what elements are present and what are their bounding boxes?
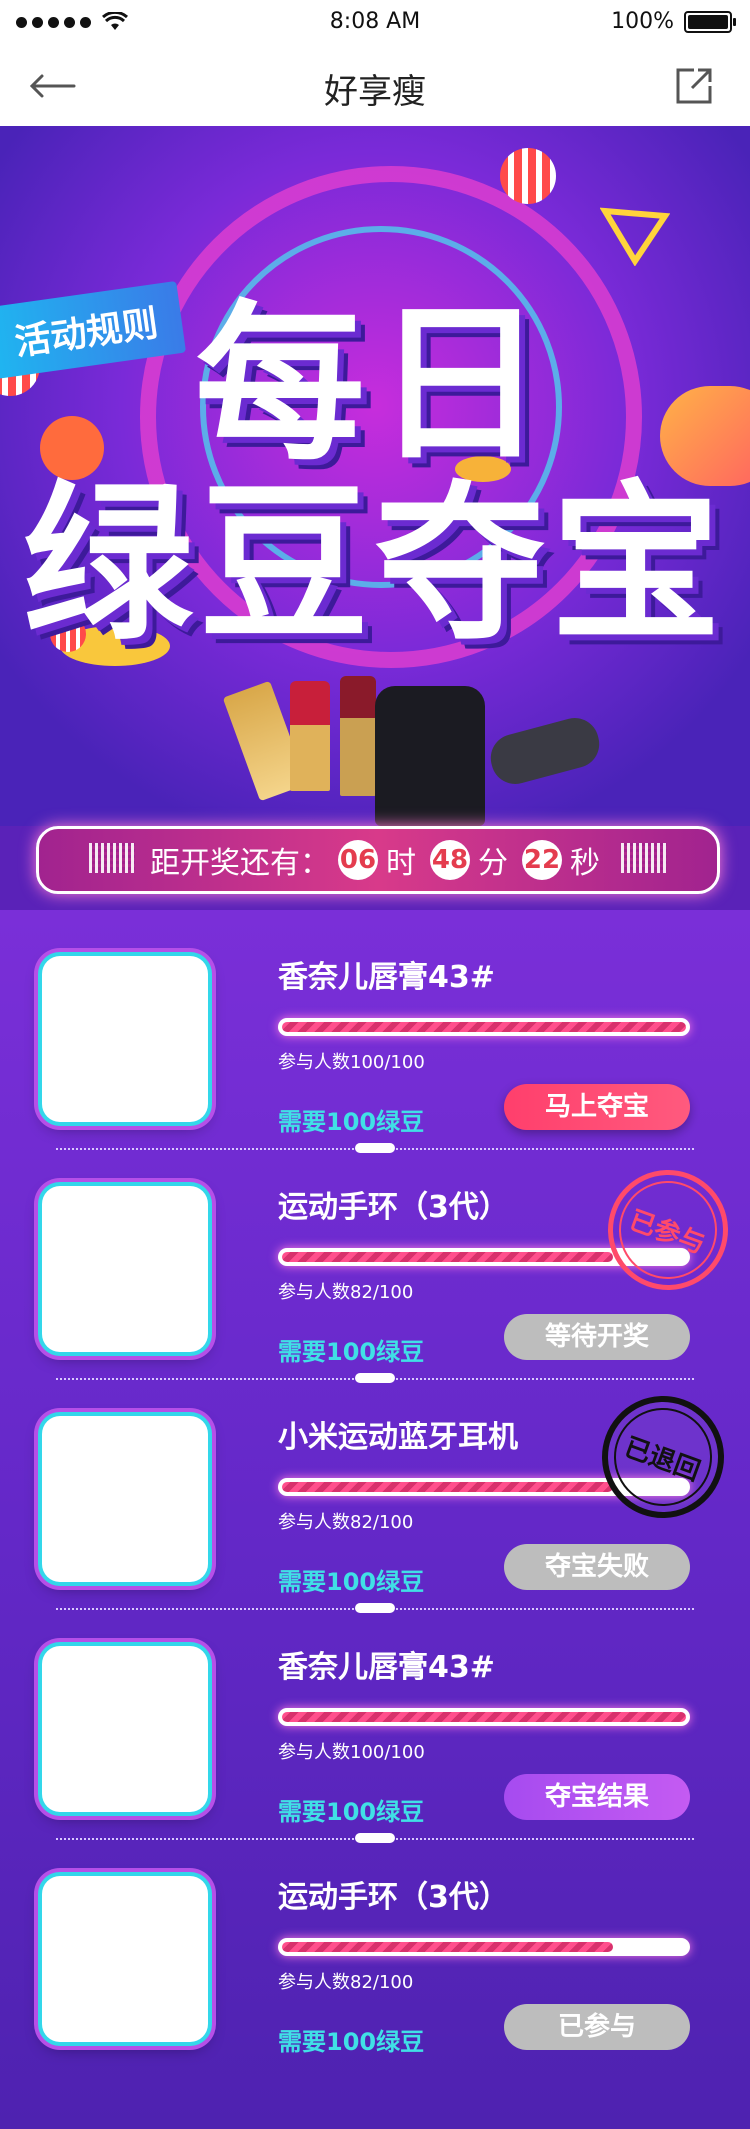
product-thumbnail[interactable] xyxy=(42,1416,208,1582)
cost-label: 需要100绿豆 xyxy=(278,1338,425,1366)
product-name: 香奈儿唇膏43# xyxy=(278,960,495,995)
countdown-hours-unit: 时 xyxy=(386,846,416,881)
cost-label: 需要100绿豆 xyxy=(278,2028,425,2056)
countdown-minutes-unit: 分 xyxy=(478,846,508,881)
product-name: 运动手环（3代） xyxy=(278,1190,509,1225)
progress-bar xyxy=(278,1018,690,1036)
list-item: 运动手环（3代） 参与人数82/100 需要100绿豆 等待开奖 已参与 xyxy=(0,1153,750,1390)
progress-bar xyxy=(278,1708,690,1726)
hero-title-line2: 绿豆夺宝 xyxy=(22,466,727,664)
list-item: 香奈儿唇膏43# 参与人数100/100 需要100绿豆 马上夺宝 xyxy=(0,930,750,1160)
participant-count: 参与人数82/100 xyxy=(278,1512,414,1533)
participant-count: 参与人数100/100 xyxy=(278,1742,425,1763)
product-thumbnail[interactable] xyxy=(42,1646,208,1812)
participant-count: 参与人数82/100 xyxy=(278,1972,414,1993)
action-button[interactable]: 已参与 xyxy=(504,2004,690,2050)
progress-fill xyxy=(282,1942,614,1952)
battery-status: 100% xyxy=(611,9,736,34)
product-name: 小米运动蓝牙耳机 xyxy=(278,1420,518,1455)
grid-decoration-left xyxy=(89,843,135,873)
action-button[interactable]: 马上夺宝 xyxy=(504,1084,690,1130)
page-title: 好享瘦 xyxy=(324,72,426,112)
list-item: 小米运动蓝牙耳机 参与人数82/100 需要100绿豆 夺宝失败 已退回 xyxy=(0,1378,750,1620)
lipstick-red-image xyxy=(290,681,330,791)
cost-label: 需要100绿豆 xyxy=(278,1108,425,1136)
action-button[interactable]: 等待开奖 xyxy=(504,1314,690,1360)
countdown-label: 距开奖还有： xyxy=(150,846,330,881)
action-button[interactable]: 夺宝结果 xyxy=(504,1774,690,1820)
battery-percent: 100% xyxy=(611,9,674,34)
progress-bar xyxy=(278,1938,690,1956)
striped-ball-decoration xyxy=(500,148,556,204)
product-thumbnail[interactable] xyxy=(42,956,208,1122)
product-thumbnail[interactable] xyxy=(42,1876,208,2042)
hero-banner: 活动规则 每日 绿豆夺宝 xyxy=(0,126,750,826)
product-name: 香奈儿唇膏43# xyxy=(278,1650,495,1685)
status-bar: 8:08 AM 100% xyxy=(0,0,750,44)
countdown-seconds-unit: 秒 xyxy=(570,846,600,881)
list-item: 香奈儿唇膏43# 参与人数100/100 需要100绿豆 夺宝结果 xyxy=(0,1620,750,1850)
item-divider xyxy=(56,1373,694,1383)
returned-stamp: 已退回 xyxy=(584,1378,742,1536)
progress-fill xyxy=(282,1712,686,1722)
list-item: 运动手环（3代） 参与人数82/100 需要100绿豆 已参与 xyxy=(0,1850,750,2080)
cost-label: 需要100绿豆 xyxy=(278,1568,425,1596)
treasure-list: 香奈儿唇膏43# 参与人数100/100 需要100绿豆 马上夺宝 运动手环（3… xyxy=(0,910,750,2129)
item-divider xyxy=(56,1833,694,1843)
action-button[interactable]: 夺宝失败 xyxy=(504,1544,690,1590)
page: 8:08 AM 100% 好享瘦 活动规则 每日 绿豆夺宝 距开奖还有： 06 … xyxy=(0,0,750,2129)
battery-icon xyxy=(684,10,736,33)
countdown-hours: 06 xyxy=(338,840,378,880)
countdown-seconds: 22 xyxy=(522,840,562,880)
share-icon[interactable] xyxy=(672,64,716,108)
countdown-minutes: 48 xyxy=(430,840,470,880)
backpack-image xyxy=(375,686,485,826)
product-name: 运动手环（3代） xyxy=(278,1880,509,1915)
participated-stamp: 已参与 xyxy=(591,1153,745,1307)
item-divider xyxy=(56,1603,694,1613)
cost-label: 需要100绿豆 xyxy=(278,1798,425,1826)
lipstick-dark-image xyxy=(340,676,376,796)
progress-fill xyxy=(282,1252,614,1262)
progress-fill xyxy=(282,1022,686,1032)
participant-count: 参与人数82/100 xyxy=(278,1282,414,1303)
item-divider xyxy=(56,1143,694,1153)
band-image xyxy=(485,712,605,790)
grid-decoration-right xyxy=(621,843,667,873)
participant-count: 参与人数100/100 xyxy=(278,1052,425,1073)
progress-fill xyxy=(282,1482,614,1492)
product-thumbnail[interactable] xyxy=(42,1186,208,1352)
countdown-bar: 距开奖还有： 06 时 48 分 22 秒 xyxy=(36,826,720,894)
nav-bar: 好享瘦 xyxy=(0,44,750,126)
